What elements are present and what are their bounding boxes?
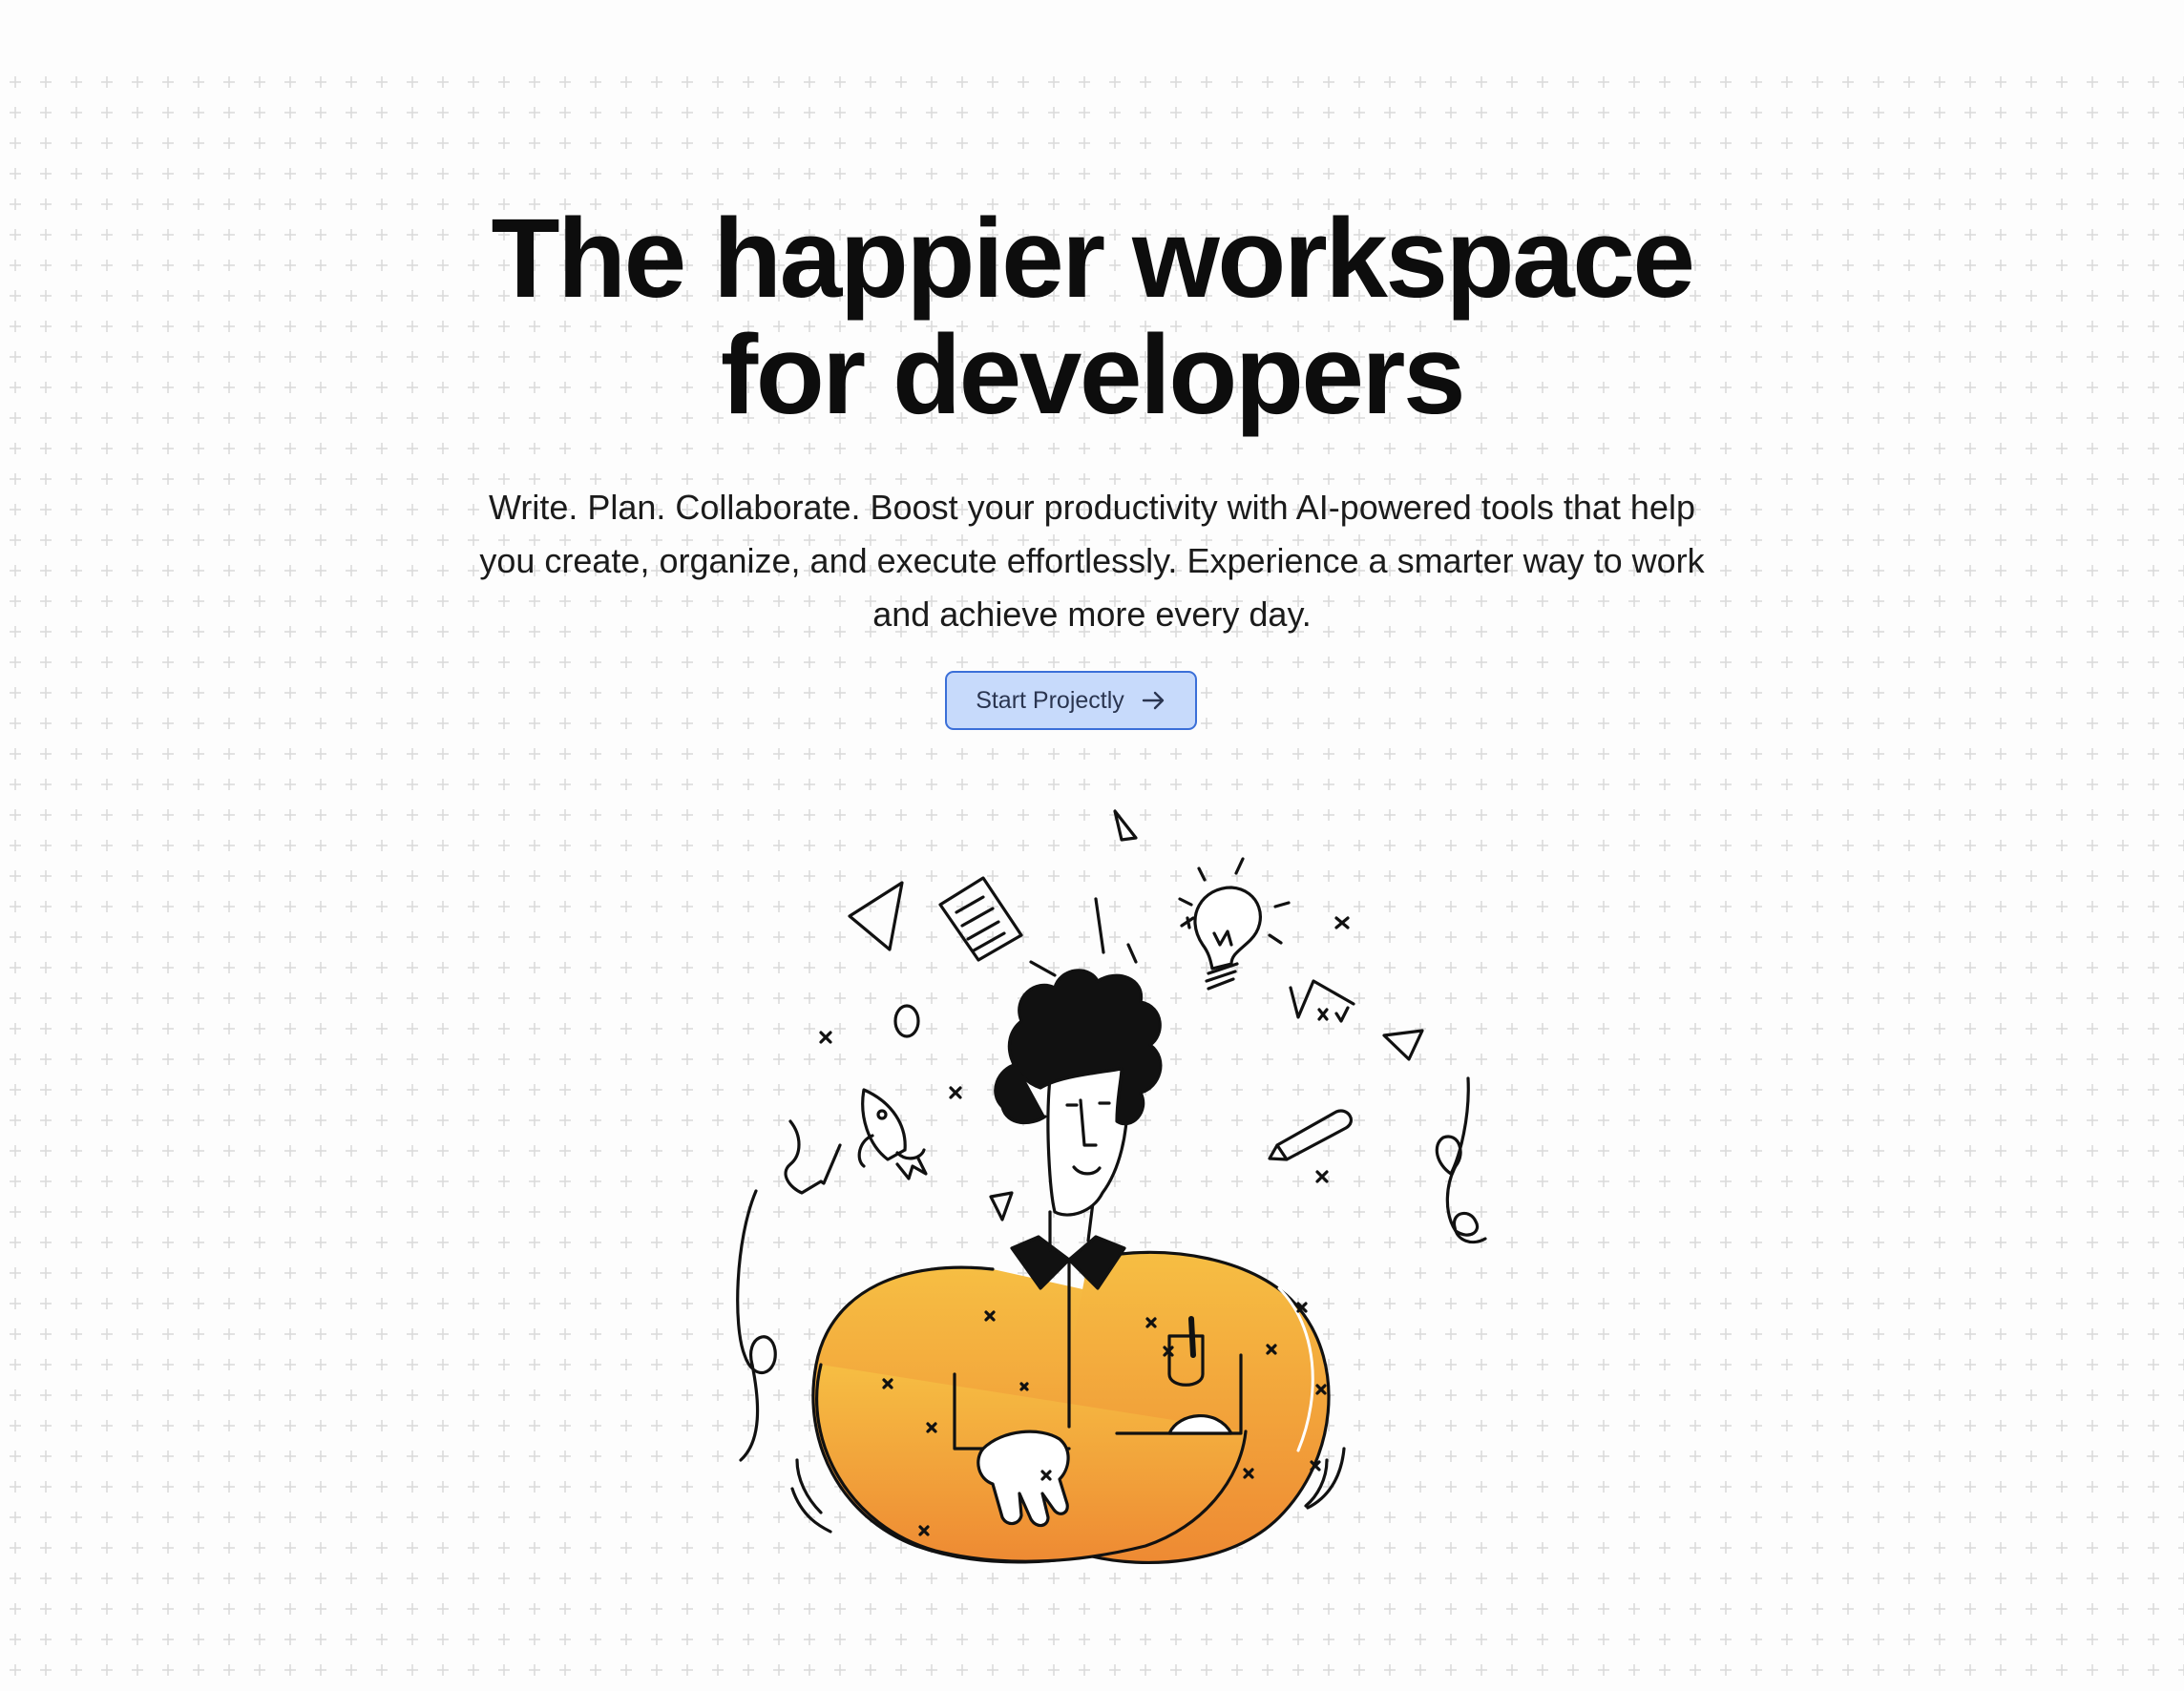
page-title: The happier workspace for developers <box>328 200 1856 433</box>
start-projectly-label: Start Projectly <box>976 686 1124 714</box>
headline-line-1: The happier workspace <box>491 196 1695 322</box>
subtitle-line-2: you create, organize, and execute effort… <box>479 541 1705 580</box>
hero-subtitle: Write. Plan. Collaborate. Boost your pro… <box>424 481 1760 641</box>
subtitle-line-3: and achieve more every day. <box>872 595 1312 634</box>
subtitle-line-1: Write. Plan. Collaborate. Boost your pro… <box>489 488 1695 527</box>
arrow-right-icon <box>1142 691 1164 710</box>
start-projectly-button[interactable]: Start Projectly <box>945 671 1197 730</box>
developer-illustration <box>736 809 1487 1565</box>
headline-line-2: for developers <box>720 312 1466 438</box>
